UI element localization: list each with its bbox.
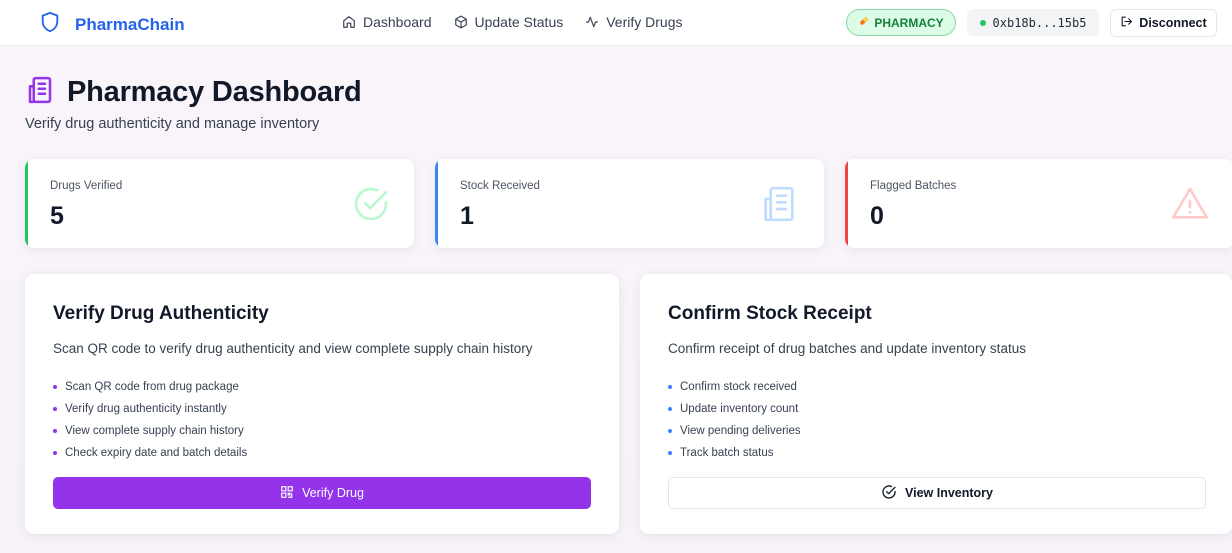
check-circle-icon: [351, 184, 391, 229]
nav-dashboard-label: Dashboard: [363, 14, 432, 30]
bullet-icon: [53, 451, 57, 455]
stat-value: 5: [50, 202, 64, 230]
check-circle-icon: [881, 484, 897, 503]
disconnect-button[interactable]: Disconnect: [1110, 9, 1217, 37]
nav-update-status-label: Update Status: [474, 14, 564, 30]
page-title: Pharmacy Dashboard: [67, 76, 362, 108]
bullet-icon: [53, 385, 57, 389]
home-icon: [342, 15, 356, 29]
warning-icon: [1169, 184, 1211, 229]
nav-update-status[interactable]: Update Status: [454, 14, 564, 30]
wallet-address-text: 0xb18b...15b5: [992, 15, 1087, 30]
main-nav: Dashboard Update Status Verify Drugs: [342, 14, 682, 30]
stat-card-flagged-batches: Flagged Batches 0: [845, 159, 1232, 248]
bullet-icon: [668, 451, 672, 455]
nav-verify-drugs[interactable]: Verify Drugs: [585, 14, 682, 30]
card-title: Verify Drug Authenticity: [53, 303, 269, 324]
stat-card-drugs-verified: Drugs Verified 5: [25, 159, 414, 248]
list-item: Track batch status: [668, 442, 801, 464]
stat-accent: [845, 159, 848, 248]
list-item: Scan QR code from drug package: [53, 376, 247, 398]
list-item: View pending deliveries: [668, 420, 801, 442]
bullet-icon: [668, 385, 672, 389]
pill-icon: [858, 15, 870, 30]
view-inventory-label: View Inventory: [905, 486, 993, 500]
package-icon: [454, 15, 468, 29]
list-item: Check expiry date and batch details: [53, 442, 247, 464]
stat-label: Stock Received: [460, 180, 540, 192]
verify-authenticity-card: Verify Drug Authenticity Scan QR code to…: [25, 274, 619, 534]
stat-card-stock-received: Stock Received 1: [435, 159, 824, 248]
card-title: Confirm Stock Receipt: [668, 303, 872, 324]
bullet-icon: [53, 429, 57, 433]
bullet-icon: [53, 407, 57, 411]
card-description: Confirm receipt of drug batches and upda…: [668, 341, 1026, 356]
brand-name: PharmaChain: [75, 14, 185, 34]
confirm-stock-card: Confirm Stock Receipt Confirm receipt of…: [640, 274, 1232, 534]
page-subtitle: Verify drug authenticity and manage inve…: [25, 116, 320, 132]
disconnect-label: Disconnect: [1139, 16, 1207, 30]
stat-accent: [25, 159, 28, 248]
verify-drug-label: Verify Drug: [302, 486, 364, 500]
shield-icon: [39, 10, 61, 39]
qr-code-icon: [280, 485, 294, 502]
top-navbar: PharmaChain Dashboard Update Status Veri…: [0, 0, 1232, 46]
stat-accent: [435, 159, 438, 248]
activity-icon: [585, 15, 599, 29]
page-header: Pharmacy Dashboard: [25, 75, 362, 110]
list-item: View complete supply chain history: [53, 420, 247, 442]
nav-dashboard[interactable]: Dashboard: [342, 14, 432, 30]
list-item: Verify drug authenticity instantly: [53, 398, 247, 420]
bullet-icon: [668, 407, 672, 411]
connected-dot-icon: [979, 19, 986, 26]
brand[interactable]: PharmaChain: [39, 10, 185, 39]
stat-value: 0: [870, 202, 884, 230]
bullet-icon: [668, 429, 672, 433]
list-item: Update inventory count: [668, 398, 801, 420]
verify-drug-button[interactable]: Verify Drug: [53, 477, 591, 509]
role-badge: PHARMACY: [846, 9, 956, 36]
stat-label: Drugs Verified: [50, 180, 123, 192]
logout-icon: [1120, 15, 1133, 31]
nav-verify-drugs-label: Verify Drugs: [606, 14, 683, 30]
wallet-address: 0xb18b...15b5: [967, 9, 1099, 36]
stat-label: Flagged Batches: [870, 180, 957, 192]
view-inventory-button[interactable]: View Inventory: [668, 477, 1206, 509]
feature-list: Scan QR code from drug package Verify dr…: [53, 376, 247, 464]
card-description: Scan QR code to verify drug authenticity…: [53, 341, 533, 356]
building-icon: [759, 184, 799, 229]
stat-value: 1: [460, 202, 474, 230]
building-icon: [25, 75, 55, 110]
role-label: PHARMACY: [874, 15, 944, 30]
feature-list: Confirm stock received Update inventory …: [668, 376, 801, 464]
list-item: Confirm stock received: [668, 376, 801, 398]
